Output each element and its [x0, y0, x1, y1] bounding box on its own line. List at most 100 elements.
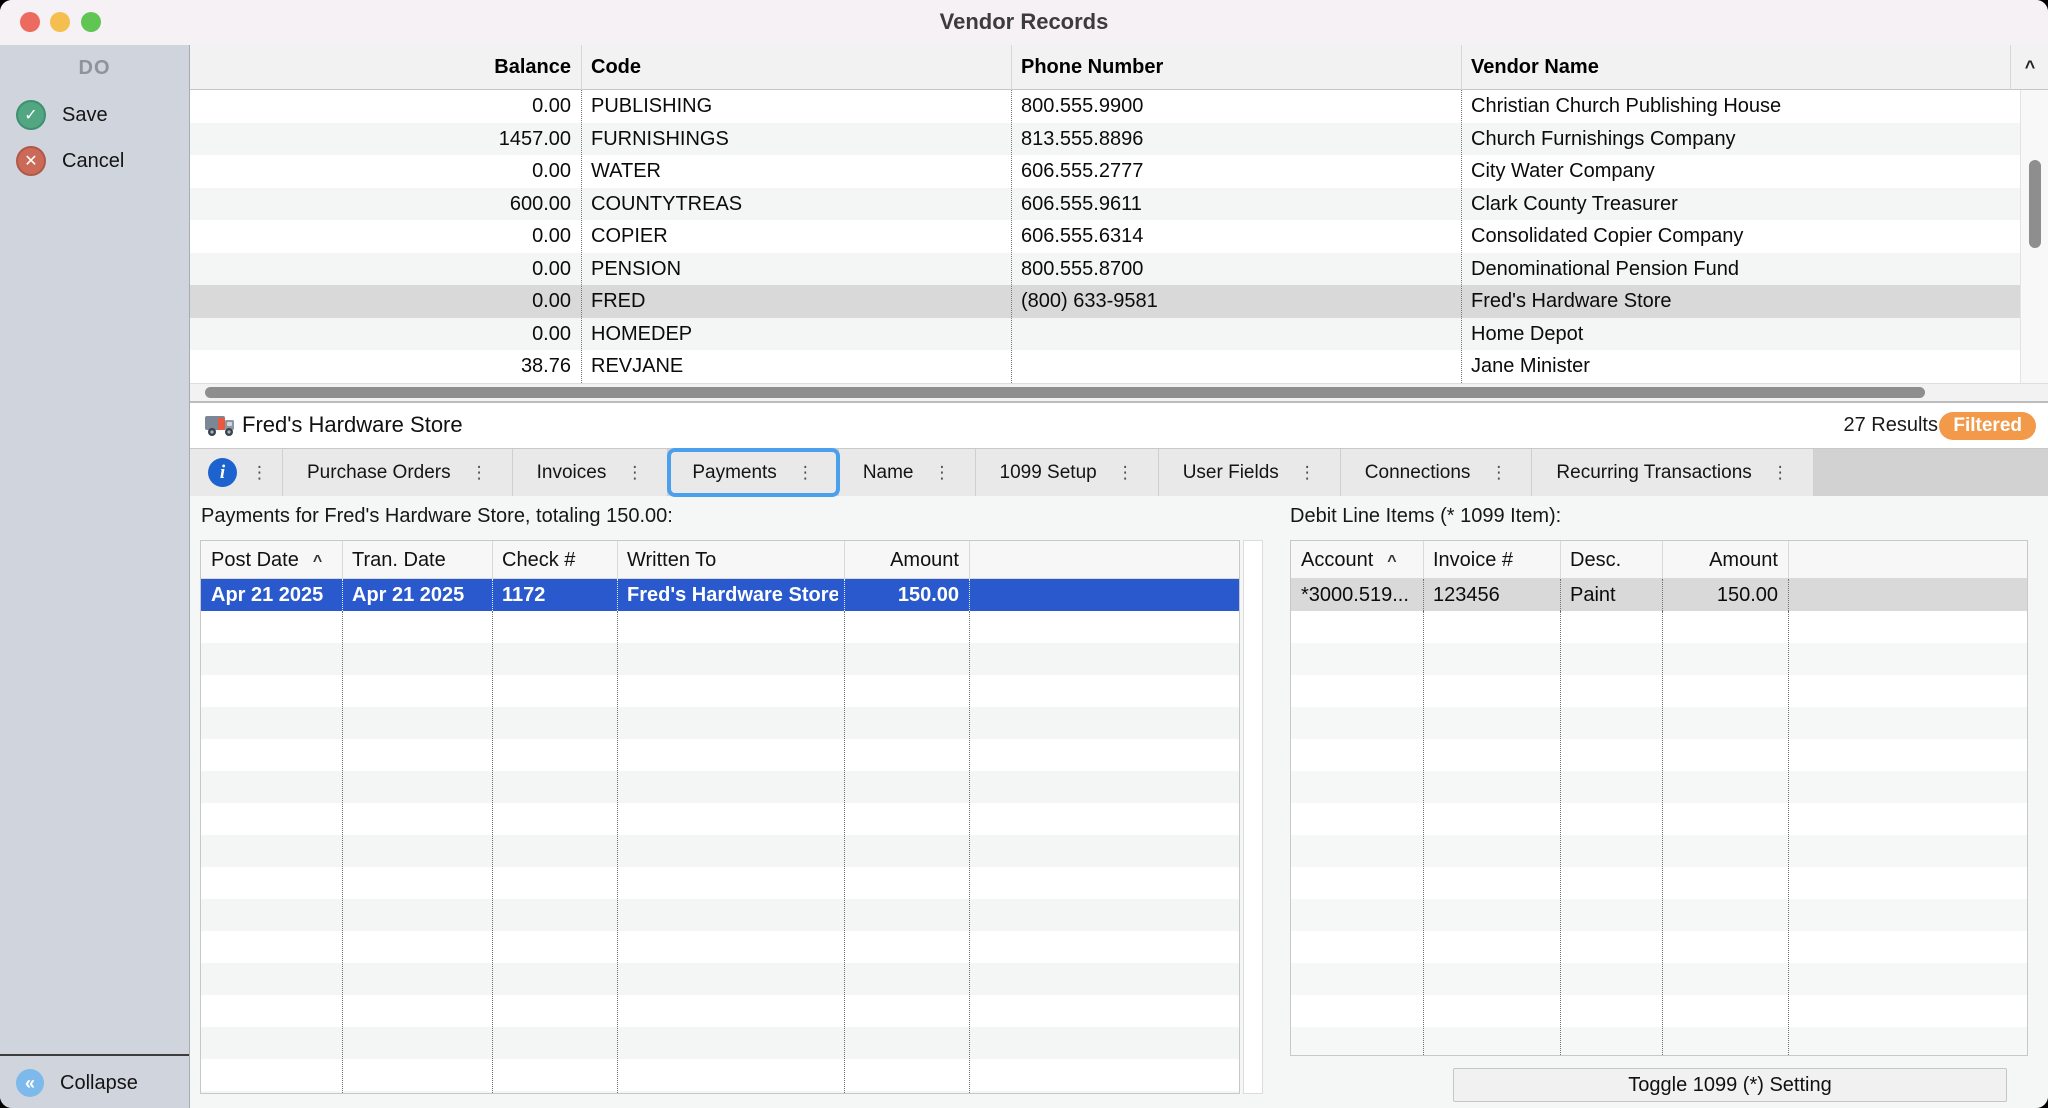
- column-divider: [1423, 541, 1424, 579]
- drag-handle-icon[interactable]: ⋮: [1117, 463, 1134, 483]
- debit-items-caption: Debit Line Items (* 1099 Item):: [1290, 505, 1561, 528]
- vendor-row[interactable]: 600.00COUNTYTREAS606.555.9611Clark Count…: [190, 188, 2020, 221]
- cancel-button[interactable]: ✕ Cancel: [16, 146, 124, 176]
- cell-code: FRED: [591, 285, 1001, 318]
- column-divider: [1011, 45, 1012, 90]
- drag-handle-icon[interactable]: ⋮: [471, 463, 488, 483]
- payments-table: Post Date^ Tran. Date Check # Written To…: [200, 540, 1240, 1094]
- tab-user-fields[interactable]: User Fields⋮: [1159, 449, 1341, 496]
- vendor-table-body: 0.00PUBLISHING800.555.9900Christian Chur…: [190, 90, 2020, 383]
- column-divider: [1461, 45, 1462, 90]
- drag-handle-icon[interactable]: ⋮: [251, 463, 268, 483]
- tab-bar: i ⋮ Purchase Orders⋮Invoices⋮Payments⋮Na…: [190, 448, 2048, 496]
- cell-vendor-name: Clark County Treasurer: [1471, 188, 2011, 221]
- debit-table-header: Account^ Invoice # Desc. Amount: [1291, 541, 2027, 579]
- column-header-check-no[interactable]: Check #: [502, 541, 575, 579]
- tab-purchase-orders[interactable]: Purchase Orders⋮: [283, 449, 513, 496]
- drag-handle-icon[interactable]: ⋮: [934, 463, 951, 483]
- check-circle-icon: ✓: [16, 100, 46, 130]
- column-header-vendor-name[interactable]: Vendor Name: [1471, 45, 1599, 90]
- app-window: Vendor Records DO ✓ Save ✕ Cancel « Coll…: [0, 0, 2048, 1108]
- cell-balance: 38.76: [190, 350, 571, 383]
- vendor-row[interactable]: 0.00FRED(800) 633-9581Fred's Hardware St…: [190, 285, 2020, 318]
- drag-handle-icon[interactable]: ⋮: [1490, 463, 1507, 483]
- column-divider: [581, 90, 582, 383]
- column-divider: [1788, 611, 1789, 1055]
- column-divider: [969, 579, 970, 611]
- toggle-1099-button[interactable]: Toggle 1099 (*) Setting: [1453, 1068, 2007, 1102]
- column-divider: [844, 611, 845, 1093]
- vendor-table-header: Balance Code Phone Number Vendor Name ^: [190, 45, 2048, 90]
- collapse-label: Collapse: [60, 1072, 138, 1095]
- vertical-scrollbar-thumb[interactable]: [2029, 160, 2041, 248]
- tab-payments[interactable]: Payments⋮: [668, 449, 838, 496]
- debit-row-selected[interactable]: *3000.519... 123456 Paint 150.00: [1291, 579, 2027, 611]
- vendor-row[interactable]: 0.00HOMEDEPHome Depot: [190, 318, 2020, 351]
- debit-items-table: Account^ Invoice # Desc. Amount *3000.51…: [1290, 540, 2028, 1056]
- payment-row-selected[interactable]: Apr 21 2025 Apr 21 2025 1172 Fred's Hard…: [201, 579, 1239, 611]
- drag-handle-icon[interactable]: ⋮: [1299, 463, 1316, 483]
- column-divider: [969, 541, 970, 579]
- cell-balance: 0.00: [190, 253, 571, 286]
- cell-balance: 1457.00: [190, 123, 571, 156]
- column-divider: [1560, 611, 1561, 1055]
- column-header-post-date[interactable]: Post Date^: [211, 541, 322, 579]
- payments-caption: Payments for Fred's Hardware Store, tota…: [201, 505, 673, 528]
- drag-handle-icon[interactable]: ⋮: [797, 463, 814, 483]
- save-button[interactable]: ✓ Save: [16, 100, 108, 130]
- column-header-amount[interactable]: Amount: [1662, 541, 1778, 579]
- tab-label: Name: [863, 462, 914, 484]
- vendor-row[interactable]: 0.00COPIER606.555.6314Consolidated Copie…: [190, 220, 2020, 253]
- tab-1099-setup[interactable]: 1099 Setup⋮: [976, 449, 1159, 496]
- cell-code: COPIER: [591, 220, 1001, 253]
- scroll-top-icon[interactable]: ^: [2010, 45, 2048, 90]
- column-header-invoice-no[interactable]: Invoice #: [1433, 541, 1513, 579]
- drag-handle-icon[interactable]: ⋮: [1772, 463, 1789, 483]
- sidebar-divider: [0, 1054, 189, 1056]
- selected-vendor-name: Fred's Hardware Store: [242, 412, 463, 438]
- horizontal-scrollbar-thumb[interactable]: [205, 387, 1925, 398]
- tab-name[interactable]: Name ⋮: [839, 449, 976, 496]
- column-header-balance[interactable]: Balance: [190, 45, 571, 90]
- column-header-account[interactable]: Account^: [1301, 541, 1397, 579]
- payments-table-empty-rows[interactable]: [201, 611, 1239, 1093]
- cell-vendor-name: Consolidated Copier Company: [1471, 220, 2011, 253]
- tab-recurring-transactions[interactable]: Recurring Transactions ⋮: [1532, 449, 1813, 496]
- sidebar-heading: DO: [0, 57, 189, 80]
- tab-label: Invoices: [537, 462, 607, 484]
- tab-invoices[interactable]: Invoices ⋮: [513, 449, 669, 496]
- vendor-row[interactable]: 0.00PENSION800.555.8700Denominational Pe…: [190, 253, 2020, 286]
- debit-table-empty-rows[interactable]: [1291, 611, 2027, 1055]
- vendor-row[interactable]: 1457.00FURNISHINGS813.555.8896Church Fur…: [190, 123, 2020, 156]
- vendor-row[interactable]: 38.76REVJANEJane Minister: [190, 350, 2020, 383]
- sort-ascending-icon: ^: [1387, 553, 1396, 570]
- cell-check-no: 1172: [502, 579, 611, 611]
- save-label: Save: [62, 104, 108, 127]
- cell-balance: 600.00: [190, 188, 571, 221]
- column-header-desc[interactable]: Desc.: [1570, 541, 1621, 579]
- column-header-code[interactable]: Code: [591, 45, 641, 90]
- column-header-phone[interactable]: Phone Number: [1021, 45, 1163, 90]
- sidebar: DO ✓ Save ✕ Cancel « Collapse: [0, 45, 190, 1108]
- main-content: Balance Code Phone Number Vendor Name ^ …: [190, 45, 2048, 1108]
- payments-scrollbar-gutter[interactable]: [1243, 540, 1263, 1094]
- column-divider: [581, 45, 582, 90]
- tab-label: Recurring Transactions: [1556, 462, 1751, 484]
- info-button[interactable]: i ⋮: [190, 449, 283, 496]
- collapse-button[interactable]: « Collapse: [16, 1069, 138, 1097]
- column-header-written-to[interactable]: Written To: [627, 541, 716, 579]
- cell-code: FURNISHINGS: [591, 123, 1001, 156]
- column-header-tran-date[interactable]: Tran. Date: [352, 541, 446, 579]
- vertical-scrollbar[interactable]: [2020, 90, 2048, 383]
- column-header-amount[interactable]: Amount: [844, 541, 959, 579]
- column-divider: [1662, 579, 1663, 611]
- horizontal-scrollbar[interactable]: [190, 383, 2048, 403]
- drag-handle-icon[interactable]: ⋮: [626, 463, 643, 483]
- x-circle-icon: ✕: [16, 146, 46, 176]
- cell-tran-date: Apr 21 2025: [352, 579, 486, 611]
- window-title: Vendor Records: [0, 9, 2048, 35]
- tab-connections[interactable]: Connections⋮: [1341, 449, 1533, 496]
- vendor-row[interactable]: 0.00PUBLISHING800.555.9900Christian Chur…: [190, 90, 2020, 123]
- filtered-badge[interactable]: Filtered: [1939, 412, 2036, 440]
- vendor-row[interactable]: 0.00WATER606.555.2777City Water Company: [190, 155, 2020, 188]
